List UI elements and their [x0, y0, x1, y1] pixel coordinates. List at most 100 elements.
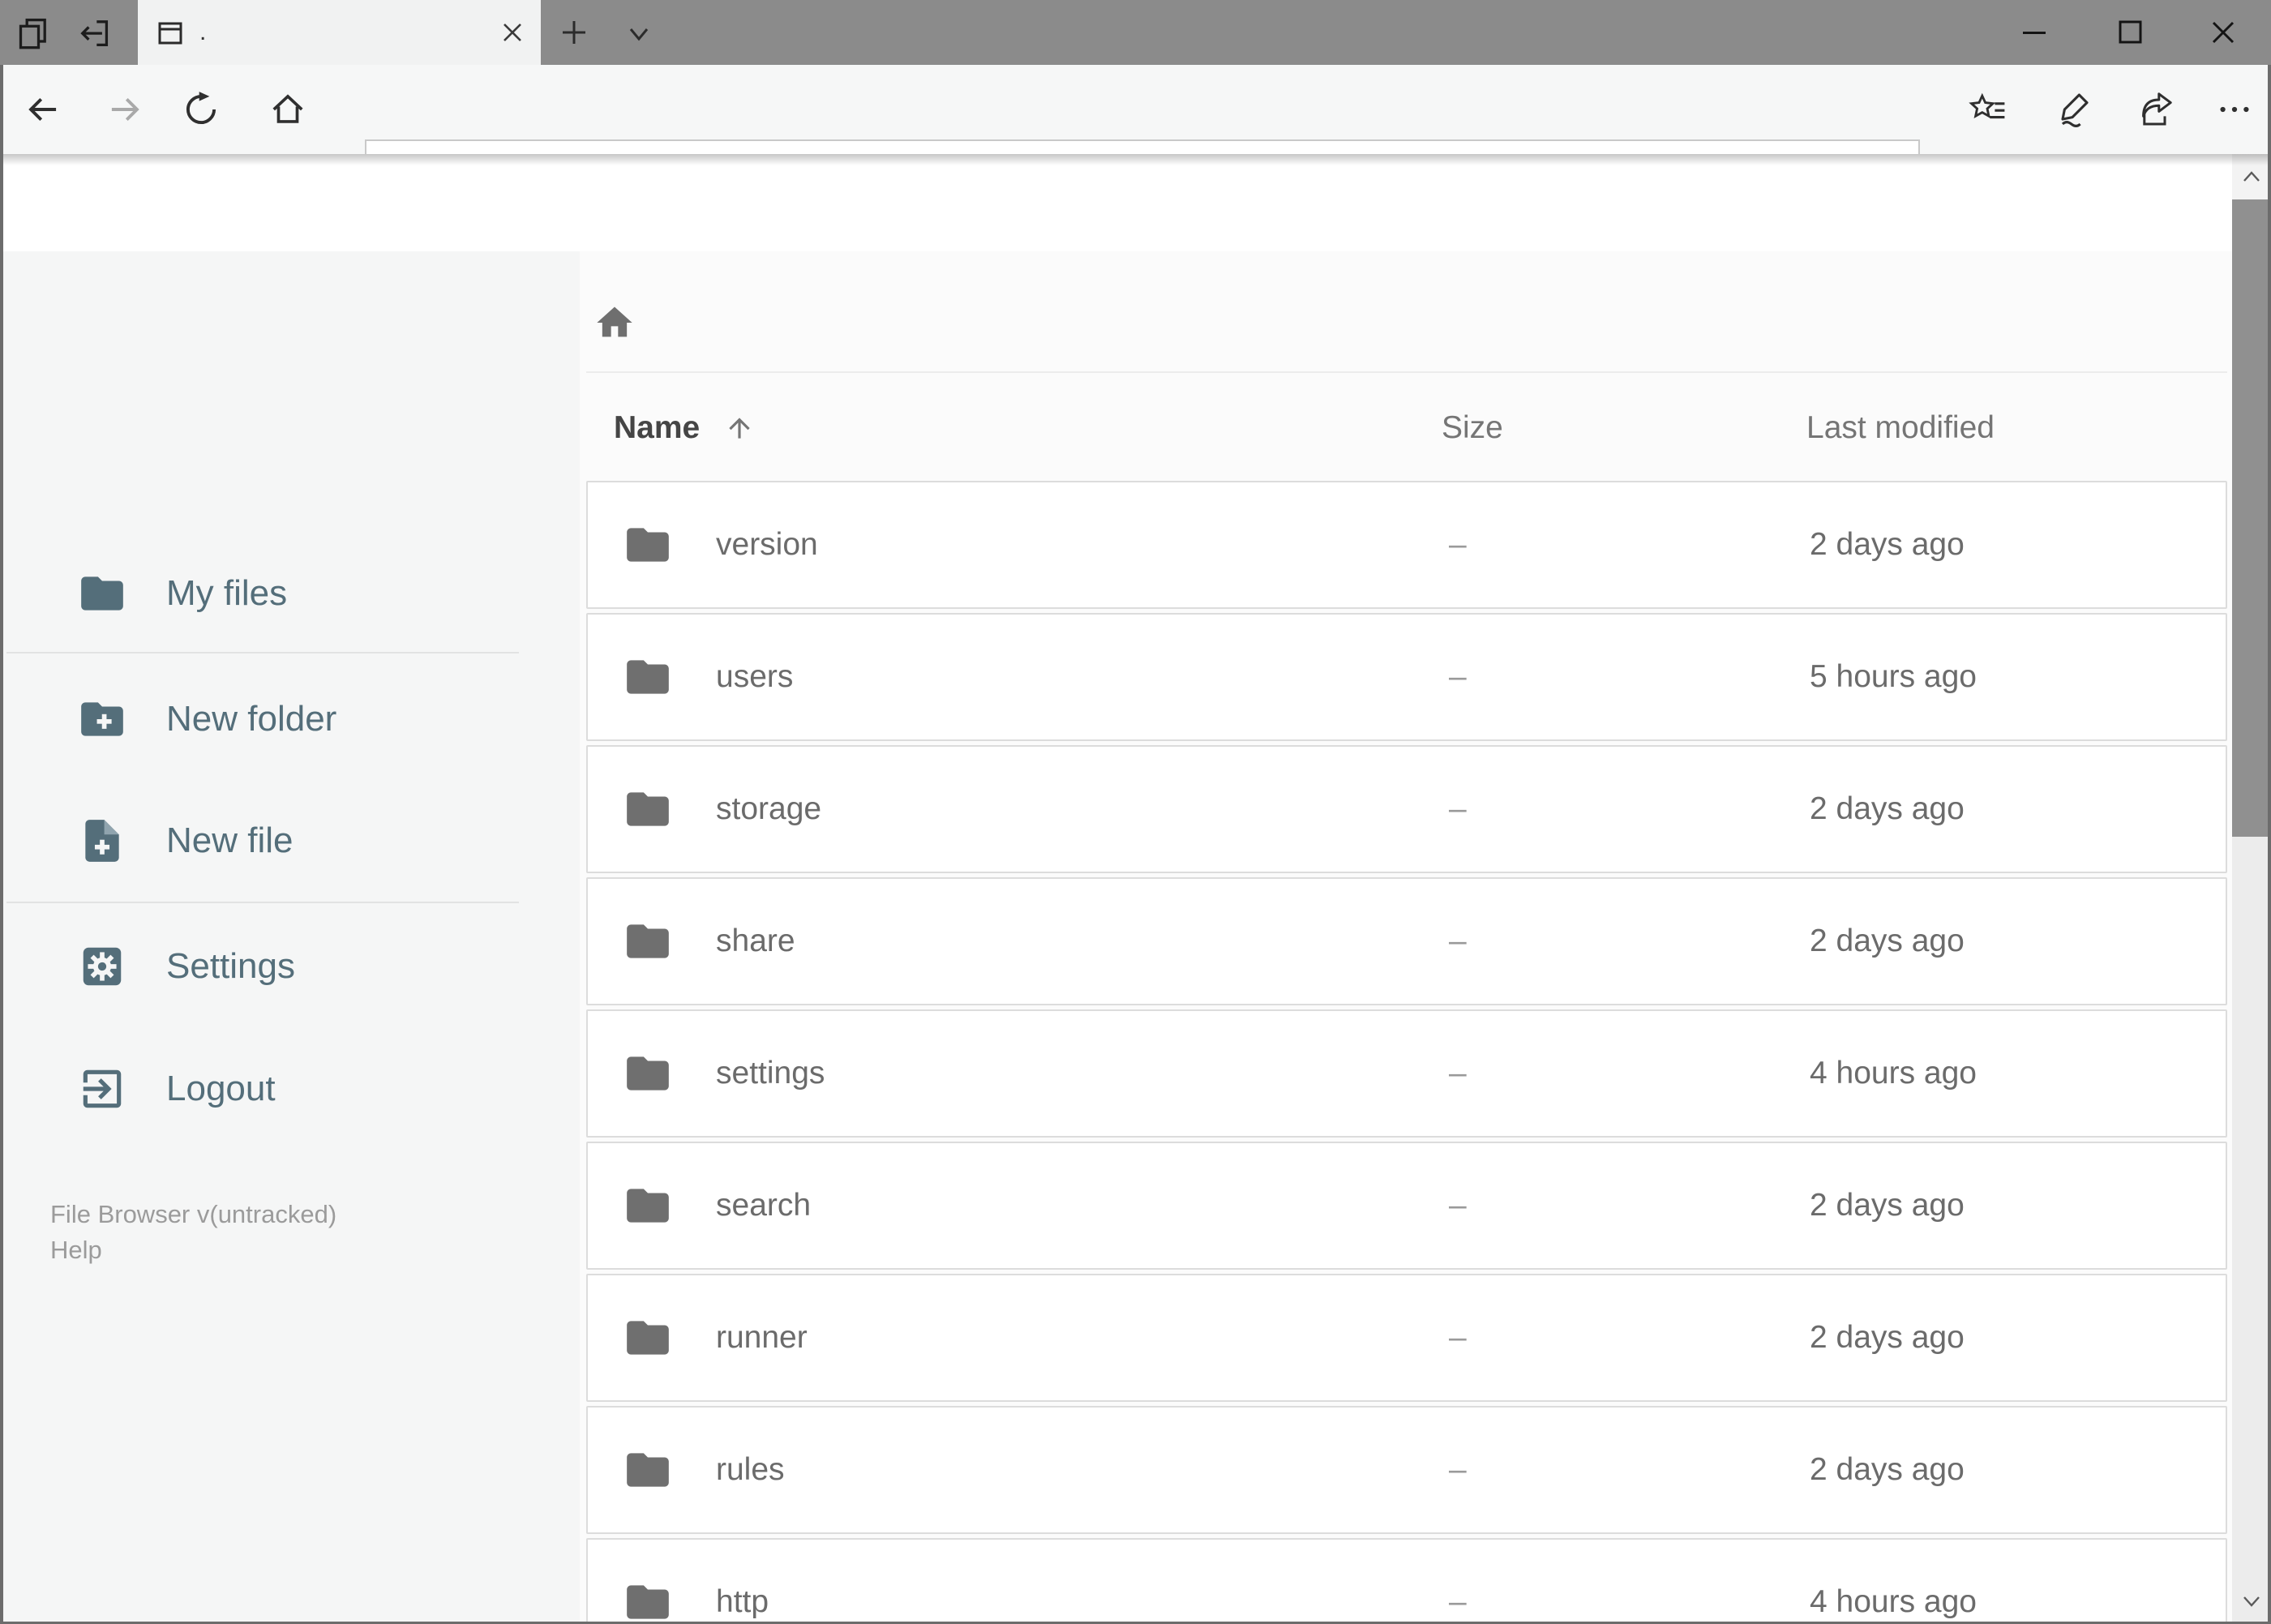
sidebar-divider	[6, 652, 519, 653]
file-name: share	[716, 923, 795, 958]
column-header-name[interactable]: Name	[614, 409, 700, 447]
sidebar-item-label: New folder	[166, 699, 337, 739]
new-folder-icon	[81, 702, 123, 736]
new-tab-button[interactable]	[555, 15, 593, 50]
file-modified: 4 hours ago	[1810, 1584, 1977, 1619]
page-scrollbar[interactable]	[2232, 154, 2271, 1624]
more-options-icon[interactable]	[2212, 88, 2257, 131]
file-modified: 4 hours ago	[1810, 1056, 1977, 1091]
file-size: –	[1449, 791, 1467, 826]
sidebar-item-settings[interactable]: Settings	[0, 941, 580, 992]
browser-titlebar: .	[0, 0, 2271, 65]
sort-ascending-arrow-icon	[724, 413, 755, 443]
window-border-left	[0, 65, 3, 1624]
browser-navbar: filebrowser.web/files/	[0, 65, 2271, 208]
sidebar-item-label: New file	[166, 821, 294, 860]
set-tab-aside-icon[interactable]	[75, 15, 114, 50]
file-name: users	[716, 659, 794, 694]
file-modified: 2 days ago	[1810, 527, 1965, 562]
file-modified: 2 days ago	[1810, 923, 1965, 958]
file-size: –	[1449, 1056, 1467, 1091]
help-link[interactable]: Help	[50, 1234, 102, 1266]
forward-icon[interactable]	[102, 88, 148, 131]
file-size: –	[1449, 1320, 1467, 1355]
folder-icon	[81, 576, 123, 611]
browser-tab[interactable]: .	[138, 0, 541, 65]
refresh-icon[interactable]	[178, 88, 224, 131]
breadcrumb-divider	[586, 371, 2227, 373]
file-row-share[interactable]: share – 2 days ago	[586, 877, 2227, 1005]
file-name: search	[716, 1188, 812, 1223]
share-icon[interactable]	[2132, 88, 2178, 131]
sidebar-item-label: Logout	[166, 1069, 276, 1108]
new-file-icon	[85, 820, 119, 862]
sidebar-item-label: Settings	[166, 946, 295, 986]
file-size: –	[1449, 659, 1467, 694]
window-border-right	[2268, 65, 2271, 1624]
sidebar-item-label: My files	[166, 573, 288, 613]
sidebar-item-logout[interactable]: Logout	[0, 1064, 580, 1114]
file-size: –	[1449, 923, 1467, 958]
file-row-http[interactable]: http – 4 hours ago	[586, 1538, 2227, 1624]
column-header-size[interactable]: Size	[1442, 409, 1503, 447]
window-close-button[interactable]	[2191, 10, 2256, 55]
file-list: version – 2 days ago users – 5 hours ago…	[586, 481, 2227, 1624]
file-name: storage	[716, 791, 822, 826]
filebrowser-header	[0, 154, 2271, 395]
tab-preview-chevron-icon[interactable]	[620, 18, 658, 50]
file-row-version[interactable]: version – 2 days ago	[586, 481, 2227, 609]
folder-icon	[627, 1453, 669, 1487]
folder-icon	[627, 660, 669, 694]
breadcrumb-home-icon[interactable]	[590, 298, 639, 347]
file-name: version	[716, 527, 818, 562]
folder-icon	[627, 1056, 669, 1091]
home-icon[interactable]	[265, 88, 311, 131]
scrollbar-down-arrow[interactable]	[2232, 1579, 2271, 1624]
file-modified: 2 days ago	[1810, 1188, 1965, 1223]
settings-gear-icon	[83, 947, 122, 986]
file-row-settings[interactable]: settings – 4 hours ago	[586, 1009, 2227, 1138]
back-icon[interactable]	[20, 88, 66, 131]
app-version-text: File Browser v(untracked)	[50, 1200, 337, 1228]
folder-icon	[627, 1321, 669, 1355]
file-size: –	[1449, 1188, 1467, 1223]
edge-window: . Search... My files New folder New file…	[0, 0, 2271, 1624]
window-maximize-button[interactable]	[2098, 10, 2163, 55]
file-name: rules	[716, 1452, 785, 1487]
file-row-runner[interactable]: runner – 2 days ago	[586, 1274, 2227, 1402]
scrollbar-thumb[interactable]	[2232, 199, 2271, 837]
sidebar: My files New folder New file Settings Lo…	[0, 251, 580, 1624]
file-modified: 2 days ago	[1810, 1320, 1965, 1355]
file-row-users[interactable]: users – 5 hours ago	[586, 613, 2227, 741]
file-size: –	[1449, 1584, 1467, 1619]
file-row-rules[interactable]: rules – 2 days ago	[586, 1406, 2227, 1534]
file-size: –	[1449, 527, 1467, 562]
folder-icon	[627, 1585, 669, 1619]
folder-icon	[627, 528, 669, 562]
file-name: http	[716, 1584, 769, 1619]
tab-close-icon[interactable]	[484, 0, 541, 65]
favorites-hub-icon[interactable]	[1965, 88, 2011, 131]
file-name: runner	[716, 1320, 808, 1355]
folder-icon	[627, 792, 669, 826]
file-row-search[interactable]: search – 2 days ago	[586, 1142, 2227, 1270]
sidebar-item-my-files[interactable]: My files	[0, 568, 580, 619]
sidebar-item-new-folder[interactable]: New folder	[0, 694, 580, 744]
file-modified: 5 hours ago	[1810, 659, 1977, 694]
folder-icon	[627, 924, 669, 958]
page-favicon-icon	[158, 22, 182, 45]
file-modified: 2 days ago	[1810, 791, 1965, 826]
sidebar-item-new-file[interactable]: New file	[0, 816, 580, 866]
file-size: –	[1449, 1452, 1467, 1487]
window-minimize-button[interactable]	[2003, 10, 2067, 55]
logout-icon	[83, 1069, 122, 1108]
scrollbar-up-arrow[interactable]	[2232, 154, 2271, 199]
column-header-modified[interactable]: Last modified	[1806, 409, 1995, 447]
tab-title: .	[199, 19, 207, 45]
tabs-set-aside-list-icon[interactable]	[15, 15, 54, 50]
file-row-storage[interactable]: storage – 2 days ago	[586, 745, 2227, 873]
web-note-pen-icon[interactable]	[2050, 88, 2095, 131]
folder-icon	[627, 1189, 669, 1223]
sidebar-divider	[6, 902, 519, 903]
file-modified: 2 days ago	[1810, 1452, 1965, 1487]
